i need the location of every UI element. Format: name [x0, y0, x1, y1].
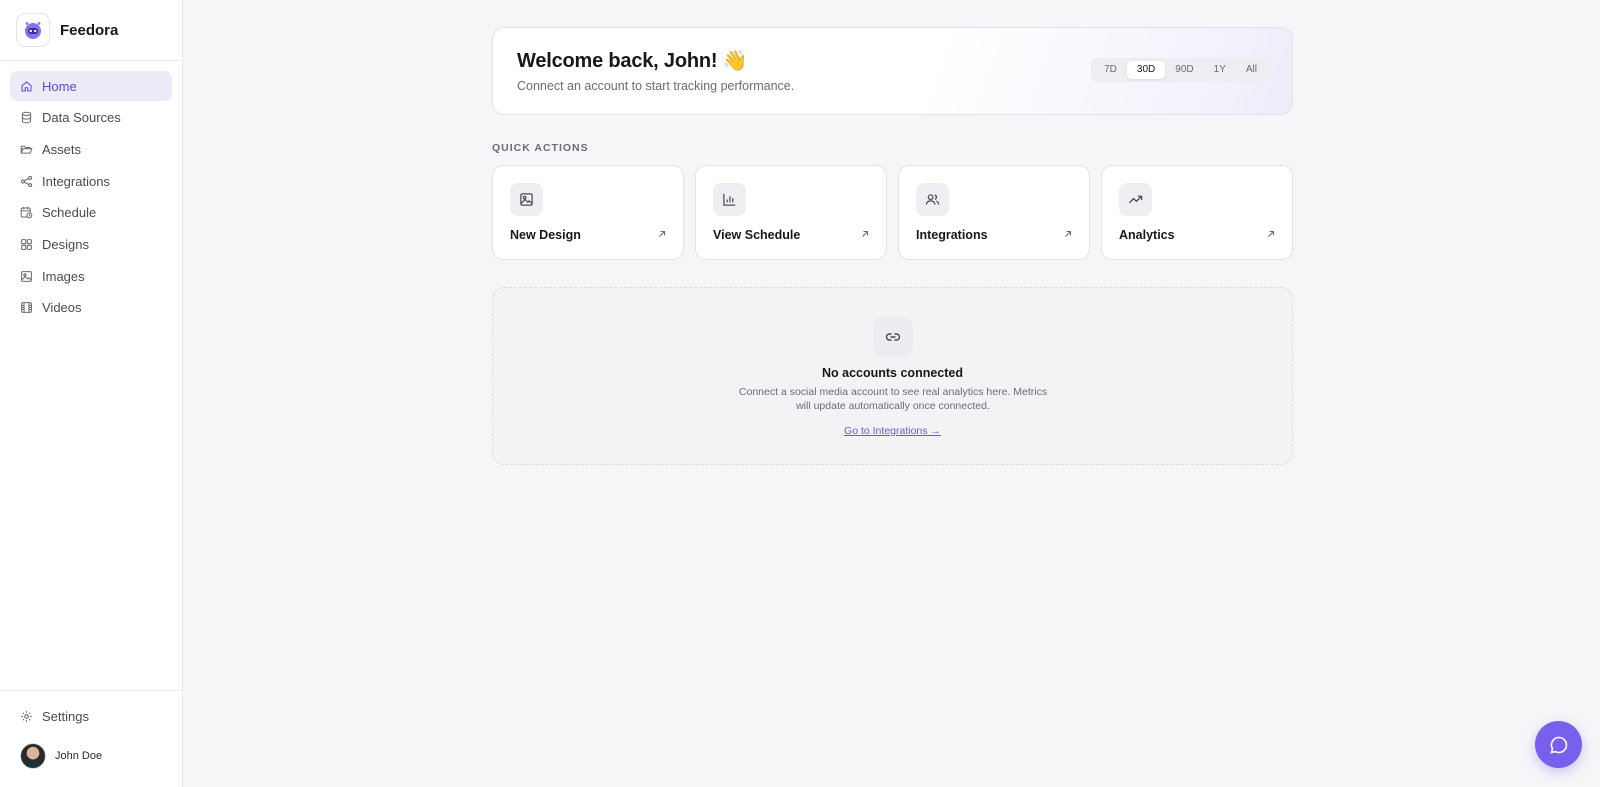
arrow-up-right-icon — [659, 230, 666, 237]
quick-action-label: Analytics — [1119, 228, 1175, 242]
range-1y-button[interactable]: 1Y — [1204, 61, 1236, 79]
chat-button[interactable] — [1535, 721, 1582, 768]
sidebar-item-label: Data Sources — [42, 110, 121, 126]
chat-icon — [1549, 736, 1567, 754]
empty-state: No accounts connected Connect a social m… — [492, 287, 1293, 465]
calendar-clock-icon — [20, 206, 33, 219]
quick-actions-title: QUICK ACTIONS — [492, 142, 589, 154]
sidebar-footer: Settings John Doe — [0, 690, 182, 787]
empty-state-title: No accounts connected — [822, 366, 963, 380]
sidebar-item-integrations[interactable]: Integrations — [10, 166, 172, 196]
sidebar-item-designs[interactable]: Designs — [10, 229, 172, 259]
sidebar-item-label: Settings — [42, 708, 89, 724]
brand-logo — [16, 13, 50, 47]
avatar — [20, 743, 46, 769]
range-all-button[interactable]: All — [1236, 61, 1267, 79]
arrow-up-right-icon — [1065, 230, 1072, 237]
go-to-integrations-link[interactable]: Go to Integrations → — [493, 425, 1292, 437]
link-icon — [873, 317, 913, 357]
users-icon — [916, 183, 949, 216]
sidebar-item-label: Images — [42, 268, 85, 284]
sidebar-item-label: Videos — [42, 300, 82, 316]
sidebar-item-home[interactable]: Home — [10, 71, 172, 101]
arrow-up-right-icon — [1268, 230, 1275, 237]
sidebar-item-images[interactable]: Images — [10, 261, 172, 291]
quick-action-label: View Schedule — [713, 228, 801, 242]
brand-name: Feedora — [60, 21, 119, 39]
film-icon — [20, 301, 33, 314]
gear-icon — [20, 710, 33, 723]
welcome-card: Welcome back, John! 👋 Connect an account… — [492, 27, 1293, 115]
range-7d-button[interactable]: 7D — [1094, 61, 1127, 79]
quick-action-integrations[interactable]: Integrations — [898, 165, 1090, 260]
sidebar-nav: Home Data Sources Assets Integrations Sc… — [0, 61, 182, 323]
brand[interactable]: Feedora — [0, 0, 182, 61]
date-range-selector: 7D 30D 90D 1Y All — [1091, 58, 1270, 82]
home-icon — [20, 80, 33, 93]
sidebar-item-label: Integrations — [42, 173, 110, 189]
image-icon — [510, 183, 543, 216]
welcome-subtitle: Connect an account to start tracking per… — [517, 79, 795, 93]
sidebar-item-schedule[interactable]: Schedule — [10, 198, 172, 228]
quick-action-new-design[interactable]: New Design — [492, 165, 684, 260]
share-icon — [20, 175, 33, 188]
range-90d-button[interactable]: 90D — [1165, 61, 1203, 79]
user-name: John Doe — [55, 750, 103, 762]
database-icon — [20, 111, 33, 124]
image-icon — [20, 270, 33, 283]
quick-action-analytics[interactable]: Analytics — [1101, 165, 1293, 260]
grid-icon — [20, 238, 33, 251]
user-profile[interactable]: John Doe — [10, 743, 172, 769]
sidebar-item-assets[interactable]: Assets — [10, 134, 172, 164]
sidebar-item-settings[interactable]: Settings — [10, 701, 172, 731]
sidebar-item-label: Schedule — [42, 205, 97, 221]
quick-action-label: Integrations — [916, 228, 988, 242]
sidebar-item-label: Home — [42, 78, 77, 94]
trending-up-icon — [1119, 183, 1152, 216]
folder-icon — [20, 143, 33, 156]
sidebar-item-videos[interactable]: Videos — [10, 293, 172, 323]
sidebar-item-label: Assets — [42, 141, 82, 157]
welcome-title: Welcome back, John! 👋 — [517, 50, 748, 72]
bar-chart-icon — [713, 183, 746, 216]
empty-state-description: Connect a social media account to see re… — [738, 386, 1048, 412]
quick-action-label: New Design — [510, 228, 581, 242]
sidebar-item-label: Designs — [42, 236, 89, 252]
range-30d-button[interactable]: 30D — [1126, 61, 1166, 79]
sidebar-item-data-sources[interactable]: Data Sources — [10, 103, 172, 133]
sidebar: Feedora Home Data Sources Assets Integra… — [0, 0, 183, 787]
quick-action-view-schedule[interactable]: View Schedule — [695, 165, 887, 260]
arrow-up-right-icon — [862, 230, 869, 237]
